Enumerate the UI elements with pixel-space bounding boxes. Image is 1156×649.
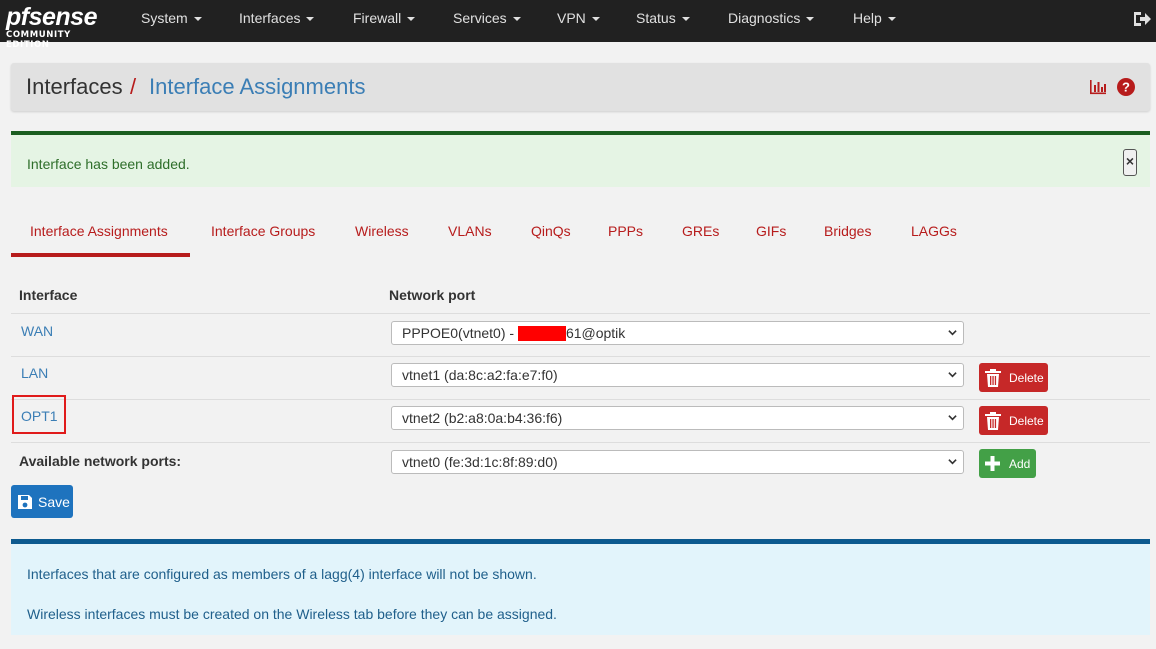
nav-vpn-label: VPN [557,10,586,26]
nav-services-label: Services [453,10,507,26]
row-divider [11,356,1150,357]
trash-icon [985,412,1001,430]
page-header: Interfaces / Interface Assignments ? [11,63,1150,111]
opt1-port-value: vtnet2 (b2:a8:0a:b4:36:f6) [402,410,563,426]
caret-down-icon [193,17,202,22]
chevron-down-icon [948,330,957,336]
chevron-down-icon [948,372,957,378]
tab-qinqs[interactable]: QinQs [531,223,571,239]
caret-down-icon [681,17,690,22]
wan-port-select[interactable]: PPPOE0(vtnet0) - 61@optik [391,321,964,345]
caret-down-icon [591,17,600,22]
lan-port-value: vtnet1 (da:8c:a2:fa:e7:f0) [402,367,558,383]
available-ports-label: Available network ports: [19,453,182,469]
save-label: Save [38,494,70,510]
delete-lan-button[interactable]: Delete [979,363,1048,392]
svg-text:?: ? [1122,80,1130,95]
lan-port-select[interactable]: vtnet1 (da:8c:a2:fa:e7:f0) [391,363,964,387]
wan-port-suffix: 61@optik [565,325,626,341]
tab-bridges[interactable]: Bridges [824,223,871,239]
close-alert-button[interactable]: × [1123,149,1137,176]
caret-down-icon [806,17,815,22]
tab-gifs[interactable]: GIFs [756,223,786,239]
trash-icon [985,369,1001,387]
close-icon: × [1125,153,1135,169]
logout-icon[interactable] [1132,9,1152,29]
row-divider [11,442,1150,443]
top-navbar: pfsense COMMUNITY EDITION System Interfa… [0,0,1156,50]
tab-wireless[interactable]: Wireless [355,223,409,239]
breadcrumb-separator: / [130,74,137,99]
caret-down-icon [512,17,521,22]
info-alert: Interfaces that are configured as member… [11,539,1150,635]
nav-interfaces[interactable]: Interfaces [239,0,315,42]
tab-laggs[interactable]: LAGGs [911,223,957,239]
nav-system-label: System [141,10,188,26]
nav-diagnostics[interactable]: Diagnostics [728,0,815,42]
breadcrumb-interfaces: Interfaces [26,74,123,99]
tab-vlans[interactable]: VLANs [448,223,492,239]
chevron-down-icon [948,459,957,465]
info-wireless-note: Wireless interfaces must be created on t… [27,606,557,622]
interface-link-opt1[interactable]: OPT1 [21,408,58,424]
tab-gres[interactable]: GREs [682,223,719,239]
wan-port-prefix: PPPOE0(vtnet0) - [402,325,518,341]
nav-diagnostics-label: Diagnostics [728,10,801,26]
nav-status-label: Status [636,10,676,26]
opt1-port-select[interactable]: vtnet2 (b2:a8:0a:b4:36:f6) [391,406,964,430]
add-label: Add [1009,457,1031,471]
plus-icon [985,456,1000,471]
nav-help-label: Help [853,10,882,26]
save-button[interactable]: Save [11,485,73,518]
nav-system[interactable]: System [141,0,202,42]
available-port-select[interactable]: vtnet0 (fe:3d:1c:8f:89:d0) [391,450,964,474]
breadcrumb-interface-assignments[interactable]: Interface Assignments [149,74,365,100]
delete-label: Delete [1009,414,1044,428]
success-message: Interface has been added. [27,156,190,172]
nav-vpn[interactable]: VPN [557,0,600,42]
tab-ppps[interactable]: PPPs [608,223,643,239]
active-tab-indicator [11,253,190,257]
caret-down-icon [306,17,315,22]
redaction-block [517,326,566,341]
row-divider [11,399,1150,400]
nav-firewall-label: Firewall [353,10,402,26]
header-divider [11,313,1150,314]
nav-status[interactable]: Status [636,0,690,42]
interface-link-wan[interactable]: WAN [21,323,53,339]
help-icon[interactable]: ? [1117,78,1135,96]
nav-interfaces-label: Interfaces [239,10,301,26]
bar-chart-icon[interactable] [1089,79,1107,95]
nav-firewall[interactable]: Firewall [353,0,416,42]
caret-down-icon [407,17,416,22]
brand-name: pfsense [6,3,97,31]
tab-interface-assignments[interactable]: Interface Assignments [30,223,168,239]
column-header-interface: Interface [19,287,78,303]
caret-down-icon [887,17,896,22]
delete-opt1-button[interactable]: Delete [979,406,1048,435]
floppy-disk-icon [18,495,32,509]
brand-edition: COMMUNITY EDITION [6,30,71,50]
pfsense-logo[interactable]: pfsense COMMUNITY EDITION [6,2,116,50]
nav-help[interactable]: Help [853,0,896,42]
delete-label: Delete [1009,371,1044,385]
add-interface-button[interactable]: Add [979,449,1036,478]
nav-services[interactable]: Services [453,0,521,42]
interface-link-lan[interactable]: LAN [21,365,48,381]
available-port-value: vtnet0 (fe:3d:1c:8f:89:d0) [402,454,558,470]
chevron-down-icon [948,415,957,421]
tab-interface-groups[interactable]: Interface Groups [211,223,315,239]
success-alert: Interface has been added. × [11,131,1150,187]
info-lagg-note: Interfaces that are configured as member… [27,566,537,582]
column-header-network-port: Network port [389,287,476,303]
